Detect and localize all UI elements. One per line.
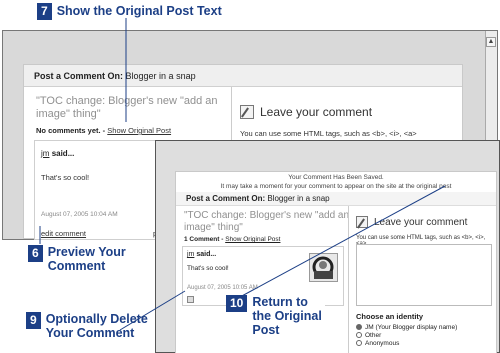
- leader-line-9: [119, 290, 186, 331]
- leader-line-10: [239, 185, 446, 298]
- callout-leader-lines: [39, 18, 446, 331]
